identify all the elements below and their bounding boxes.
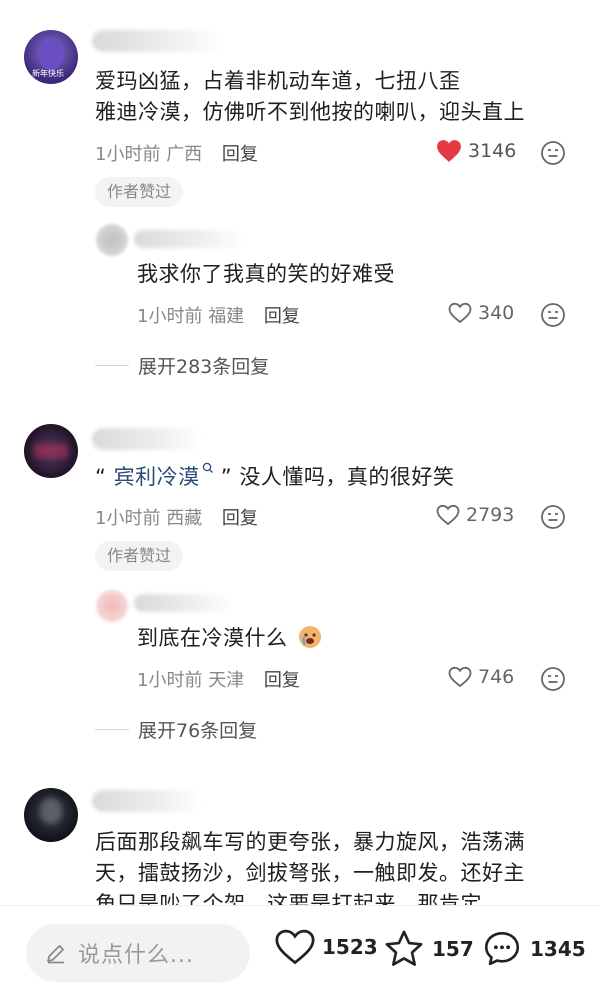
heart-outline-icon — [275, 929, 315, 965]
heart-outline-icon — [448, 302, 472, 324]
divider — [95, 365, 129, 366]
reply-body: 我求你了我真的笑的好难受 — [137, 262, 395, 286]
reply-avatar[interactable] — [96, 590, 128, 622]
pencil-icon — [47, 945, 64, 964]
comment-line: 后面那段飙车写的更夸张，暴力旋风，浩荡满 — [95, 830, 525, 854]
comment-location: 广西 — [166, 144, 203, 165]
search-icon — [202, 462, 213, 473]
speech-bubble-icon — [484, 931, 520, 966]
emoji-react-icon[interactable] — [540, 666, 566, 692]
favorite-button[interactable]: 157 — [382, 928, 474, 970]
quote-close: ” — [220, 465, 233, 489]
emoji-react-icon[interactable] — [540, 504, 566, 530]
search-link[interactable]: 宾利冷漠 — [113, 462, 221, 489]
reply-avatar[interactable] — [96, 224, 128, 256]
star-outline-icon — [385, 930, 423, 966]
like-count: 2793 — [466, 504, 515, 526]
expand-replies[interactable]: 展开76条回复 — [95, 716, 257, 743]
author-liked-badge: 作者赞过 — [95, 541, 184, 571]
reply-meta: 1小时前 天津 回复 — [137, 666, 300, 692]
avatar-caption: 新年快乐 — [32, 69, 64, 78]
reply-text: 到底在冷漠什么 — [137, 626, 288, 650]
comment-location: 西藏 — [166, 508, 203, 529]
crying-face-icon — [298, 626, 321, 648]
reply-body: 到底在冷漠什么 — [137, 623, 323, 654]
comment-line: 雅迪冷漠，仿佛听不到他按的喇叭，迎头直上 — [95, 100, 525, 124]
heart-outline-icon — [436, 504, 460, 526]
comment-time: 1小时前 — [95, 508, 161, 529]
reply-location: 福建 — [208, 306, 245, 327]
like-total-count: 1523 — [322, 935, 378, 959]
expand-replies[interactable]: 展开283条回复 — [95, 352, 269, 379]
reply-button[interactable]: 回复 — [222, 144, 258, 165]
username-blurred[interactable] — [92, 428, 202, 450]
quote-open: “ — [95, 465, 107, 489]
comment-line: 爱玛凶猛，占着非机动车道，七扭八歪 — [95, 69, 461, 93]
avatar-character — [38, 38, 64, 70]
like-count: 340 — [478, 302, 515, 324]
like-button[interactable]: 746 — [448, 666, 514, 688]
comment-total-count: 1345 — [530, 937, 586, 961]
avatar[interactable] — [24, 788, 78, 842]
comment-total-button[interactable]: 1345 — [480, 928, 586, 970]
like-button[interactable]: 3146 — [436, 139, 516, 163]
emoji-react-icon[interactable] — [540, 302, 566, 328]
reply-username-blurred[interactable] — [134, 230, 244, 248]
reply-meta: 1小时前 福建 回复 — [137, 302, 300, 328]
favorite-count: 157 — [432, 937, 474, 961]
reply-button[interactable]: 回复 — [264, 306, 300, 327]
like-count: 746 — [478, 666, 515, 688]
author-liked-badge: 作者赞过 — [95, 177, 184, 207]
expand-replies-label: 展开76条回复 — [138, 720, 258, 742]
reply-button[interactable]: 回复 — [222, 508, 258, 529]
like-count: 3146 — [468, 140, 517, 162]
comment-body: 爱玛凶猛，占着非机动车道，七扭八歪 雅迪冷漠，仿佛听不到他按的喇叭，迎头直上 — [95, 66, 525, 128]
bottom-action-bar: 说点什么... 1523 157 1345 — [0, 905, 600, 996]
reply-location: 天津 — [208, 670, 245, 691]
comment-time: 1小时前 — [95, 144, 161, 165]
search-link-text: 宾利冷漠 — [113, 465, 200, 489]
reply-button[interactable]: 回复 — [264, 670, 300, 691]
reply-time: 1小时前 — [137, 306, 203, 327]
comment-line: 天，擂鼓扬沙，剑拔弩张，一触即发。还好主 — [95, 861, 525, 885]
comment-meta: 1小时前 广西 回复 — [95, 140, 258, 166]
username-blurred[interactable] — [92, 790, 202, 812]
reply-time: 1小时前 — [137, 670, 203, 691]
like-button[interactable]: 340 — [448, 302, 514, 324]
avatar-detail — [34, 444, 68, 458]
avatar[interactable] — [24, 424, 78, 478]
like-button[interactable]: 2793 — [436, 504, 514, 526]
like-total-button[interactable]: 1523 — [274, 928, 378, 966]
comment-input-placeholder: 说点什么... — [78, 943, 194, 968]
username-blurred[interactable] — [92, 30, 222, 52]
expand-replies-label: 展开283条回复 — [138, 356, 270, 378]
divider — [95, 729, 129, 730]
heart-outline-icon — [448, 666, 472, 688]
comment-body: “ 宾利冷漠 ” 没人懂吗，真的很好笑 — [95, 462, 454, 493]
avatar[interactable]: 新年快乐 — [24, 30, 78, 84]
emoji-react-icon[interactable] — [540, 140, 566, 166]
comment-input[interactable]: 说点什么... — [26, 924, 250, 982]
comment-meta: 1小时前 西藏 回复 — [95, 504, 258, 530]
heart-filled-icon — [437, 140, 461, 162]
avatar-detail — [40, 798, 62, 824]
comment-text: 没人懂吗，真的很好笑 — [239, 465, 455, 489]
reply-username-blurred[interactable] — [134, 594, 234, 612]
